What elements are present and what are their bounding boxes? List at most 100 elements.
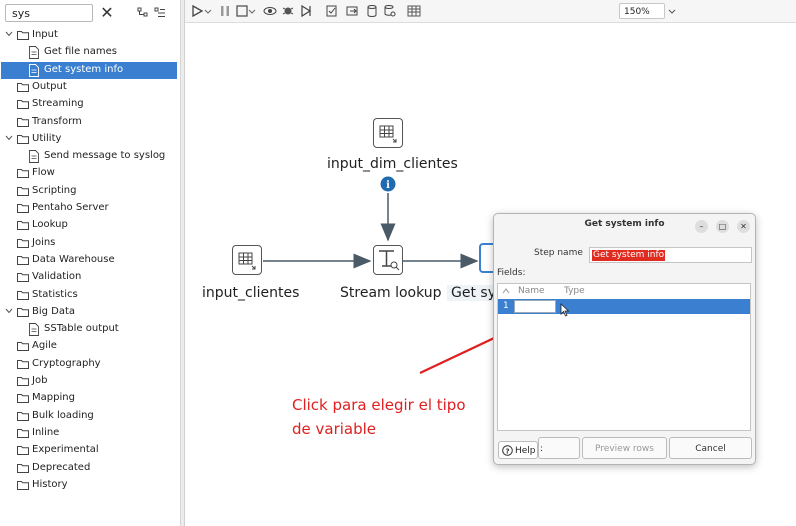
tree-label: Send message to syslog <box>44 150 166 162</box>
table-input-icon[interactable] <box>232 245 262 275</box>
tree-folder[interactable]: Cryptography <box>1 356 177 373</box>
table-row[interactable]: 1 <box>498 299 750 317</box>
tree-label: Scripting <box>32 184 77 196</box>
chevron-down-icon[interactable] <box>5 30 13 38</box>
folder-icon <box>17 100 29 110</box>
stream-lookup-icon[interactable] <box>373 245 403 275</box>
mouse-cursor-icon <box>560 303 570 317</box>
preview-icon[interactable] <box>263 4 277 18</box>
run-icon[interactable] <box>190 4 204 18</box>
tree-folder[interactable]: Big Data <box>1 304 177 321</box>
tree-folder[interactable]: Deprecated <box>1 460 177 477</box>
folder-icon <box>17 238 29 248</box>
step-name-value: Get system info <box>592 250 666 261</box>
maximize-button[interactable]: □ <box>716 220 729 233</box>
tree-folder[interactable]: Data Warehouse <box>1 252 177 269</box>
tree-label: Mapping <box>32 392 75 404</box>
tree-label: Deprecated <box>32 461 91 473</box>
name-cell-editor[interactable] <box>514 300 556 313</box>
grid-icon[interactable] <box>407 4 421 18</box>
tree-label: Streaming <box>32 98 84 110</box>
preview-rows-button[interactable]: Preview rows <box>582 437 667 459</box>
step-name-label: Step name <box>534 248 583 258</box>
zoom-dropdown-icon[interactable] <box>667 4 677 18</box>
folder-icon <box>17 342 29 352</box>
replay-icon[interactable] <box>299 4 313 18</box>
tree-step[interactable]: SSTable output <box>1 321 177 338</box>
minimize-button[interactable]: – <box>695 220 708 233</box>
row-number: 1 <box>503 301 509 311</box>
fields-table[interactable]: Name Type 1 <box>497 283 751 431</box>
tree-folder[interactable]: Experimental <box>1 442 177 459</box>
annotation-text: Click para elegir el tipo de variable <box>292 393 466 441</box>
tree-folder[interactable]: Statistics <box>1 287 177 304</box>
tree-folder[interactable]: Utility <box>1 131 177 148</box>
stop-dropdown-icon[interactable] <box>248 4 256 18</box>
sort-up-icon[interactable] <box>502 288 510 294</box>
tree-label: Output <box>32 80 67 92</box>
design-palette: ✕ Input Get file names Get system info Outp… <box>0 0 181 526</box>
tree-folder[interactable]: Transform <box>1 114 177 131</box>
folder-icon <box>17 446 29 456</box>
tree-folder[interactable]: Flow <box>1 165 177 182</box>
tree-label: SSTable output <box>44 323 119 335</box>
tree-label: Experimental <box>32 444 99 456</box>
folder-icon <box>17 394 29 404</box>
folder-icon <box>17 428 29 438</box>
step-label-input-dim-clientes: input_dim_clientes <box>327 156 458 172</box>
tree-folder[interactable]: Streaming <box>1 96 177 113</box>
tree-folder[interactable]: Joins <box>1 235 177 252</box>
folder-icon <box>17 359 29 369</box>
svg-text:?: ? <box>505 447 509 455</box>
search-input[interactable] <box>5 4 93 22</box>
debug-icon[interactable] <box>281 4 295 18</box>
clear-search-button[interactable]: ✕ <box>98 3 116 23</box>
folder-icon <box>17 411 29 421</box>
tree-folder[interactable]: Lookup <box>1 217 177 234</box>
expand-tree-icon[interactable] <box>137 7 149 19</box>
step-name-input[interactable]: Get system info <box>589 247 752 263</box>
tree-step[interactable]: Get file names <box>1 44 177 61</box>
tree-folder[interactable]: Inline <box>1 425 177 442</box>
zoom-select[interactable]: 150% <box>619 3 665 19</box>
pause-icon[interactable] <box>218 4 232 18</box>
impact-icon[interactable] <box>345 4 359 18</box>
tree-folder[interactable]: Pentaho Server <box>1 200 177 217</box>
collapse-tree-icon[interactable] <box>154 7 166 19</box>
tree-folder[interactable]: Job <box>1 373 177 390</box>
folder-icon <box>17 463 29 473</box>
tree-folder[interactable]: Agile <box>1 338 177 355</box>
tree-folder[interactable]: Validation <box>1 269 177 286</box>
tree-step[interactable]: Send message to syslog <box>1 148 177 165</box>
help-button[interactable]: ? Help <box>498 441 538 459</box>
cancel-button[interactable]: Cancel <box>669 437 752 459</box>
chevron-down-icon[interactable] <box>5 307 13 315</box>
sql-icon[interactable] <box>365 4 379 18</box>
tree-folder[interactable]: History <box>1 477 177 494</box>
tree-folder[interactable]: Bulk loading <box>1 408 177 425</box>
ok-button[interactable]: : <box>538 437 580 459</box>
tree-folder[interactable]: Output <box>1 79 177 96</box>
folder-icon <box>17 273 29 283</box>
table-input-icon[interactable] <box>373 118 403 148</box>
tree-folder[interactable]: Input <box>1 27 177 44</box>
column-header-type[interactable]: Type <box>564 286 585 296</box>
verify-icon[interactable] <box>325 4 339 18</box>
folder-icon <box>17 186 29 196</box>
tree-step[interactable]: Get system info <box>1 61 177 79</box>
tree-label: Job <box>32 375 48 386</box>
tree-label: Validation <box>32 271 82 283</box>
stop-icon[interactable] <box>235 4 249 18</box>
folder-icon <box>17 307 29 317</box>
tree-label: Big Data <box>32 305 76 317</box>
tree-folder[interactable]: Mapping <box>1 390 177 407</box>
svg-text:i: i <box>386 180 390 191</box>
close-button[interactable]: ✕ <box>737 220 750 233</box>
folder-icon <box>17 377 29 386</box>
tree-folder[interactable]: Scripting <box>1 183 177 200</box>
run-dropdown-icon[interactable] <box>204 4 212 18</box>
column-header-name[interactable]: Name <box>518 286 545 296</box>
tree-label: Bulk loading <box>32 409 94 421</box>
chevron-down-icon[interactable] <box>5 134 13 142</box>
explore-db-icon[interactable] <box>383 4 397 18</box>
